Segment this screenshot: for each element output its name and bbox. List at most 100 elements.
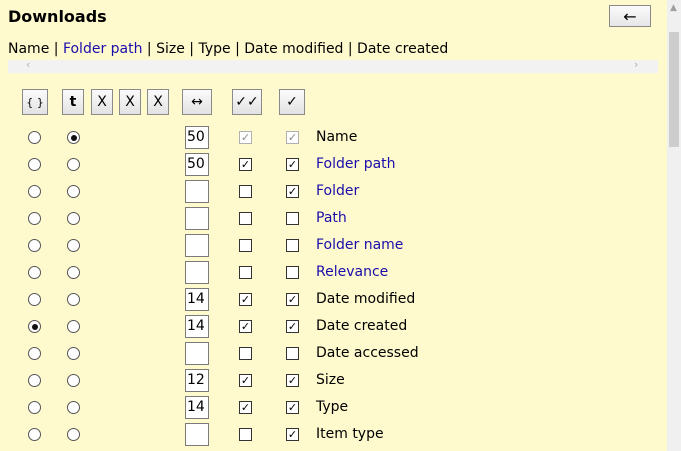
braces-button[interactable]: { } (22, 89, 48, 115)
sort-radio-date-accessed[interactable] (28, 347, 41, 360)
enabled-checkbox-size[interactable]: ✓ (286, 374, 299, 387)
column-label-relevance[interactable]: Relevance (316, 264, 388, 280)
group-radio-size[interactable] (67, 374, 80, 387)
group-radio-name[interactable] (67, 131, 80, 144)
t-button[interactable]: t (62, 89, 84, 115)
column-row-folder-path: 50 ✓ ✓ Folder path (0, 152, 667, 179)
column-label-date-accessed: Date accessed (316, 345, 419, 361)
group-radio-date-modified[interactable] (67, 293, 80, 306)
column-label-folder-name[interactable]: Folder name (316, 237, 403, 253)
sort-radio-folder-path[interactable] (28, 158, 41, 171)
enabled-checkbox-date-created[interactable]: ✓ (286, 320, 299, 333)
scroll-up-icon[interactable]: ▲ (670, 3, 677, 13)
enabled-checkbox-folder[interactable]: ✓ (286, 185, 299, 198)
columns-panel: Downloads ← Name | Folder path | Size | … (0, 0, 667, 451)
width-field-item-type[interactable] (185, 423, 209, 446)
visible-checkbox-date-modified[interactable]: ✓ (239, 293, 252, 306)
width-field-type[interactable]: 14 (185, 396, 209, 419)
visible-checkbox-date-created[interactable]: ✓ (239, 320, 252, 333)
column-row-folder-name: Folder name (0, 233, 667, 260)
column-summary: Name | Folder path | Size | Type | Date … (8, 41, 448, 57)
column-label-folder[interactable]: Folder (316, 183, 359, 199)
visible-checkbox-relevance[interactable] (239, 266, 252, 279)
group-radio-path[interactable] (67, 212, 80, 225)
width-field-name[interactable]: 50 (185, 126, 209, 149)
visible-checkbox-folder[interactable] (239, 185, 252, 198)
column-label-date-created: Date created (316, 318, 408, 334)
enabled-checkbox-relevance[interactable] (286, 266, 299, 279)
width-field-date-created[interactable]: 14 (185, 315, 209, 338)
column-row-relevance: Relevance (0, 260, 667, 287)
visible-checkbox-size[interactable]: ✓ (239, 374, 252, 387)
visible-checkbox-folder-name[interactable] (239, 239, 252, 252)
sort-radio-type[interactable] (28, 401, 41, 414)
sort-radio-size[interactable] (28, 374, 41, 387)
group-radio-date-accessed[interactable] (67, 347, 80, 360)
enabled-checkbox-path[interactable] (286, 212, 299, 225)
width-button[interactable]: ↔ (182, 89, 212, 115)
group-radio-relevance[interactable] (67, 266, 80, 279)
enabled-checkbox-type[interactable]: ✓ (286, 401, 299, 414)
enabled-checkbox-item-type[interactable]: ✓ (286, 428, 299, 441)
column-row-date-modified: 14 ✓ ✓ Date modified (0, 287, 667, 314)
visible-checkbox-path[interactable] (239, 212, 252, 225)
group-radio-date-created[interactable] (67, 320, 80, 333)
width-field-path[interactable] (185, 207, 209, 230)
column-label-folder-path[interactable]: Folder path (316, 156, 396, 172)
summary-separator: | (49, 41, 63, 57)
horizontal-scrollbar[interactable]: ‹ › (8, 58, 658, 73)
width-field-relevance[interactable] (185, 261, 209, 284)
x-button-2[interactable]: X (119, 89, 141, 115)
sort-radio-folder[interactable] (28, 185, 41, 198)
enabled-checkbox-date-modified[interactable]: ✓ (286, 293, 299, 306)
summary-folder-path-link[interactable]: Folder path (63, 41, 143, 57)
group-radio-item-type[interactable] (67, 428, 80, 441)
sort-radio-date-modified[interactable] (28, 293, 41, 306)
sort-radio-name[interactable] (28, 131, 41, 144)
group-radio-type[interactable] (67, 401, 80, 414)
sort-radio-path[interactable] (28, 212, 41, 225)
scroll-right-icon[interactable]: › (634, 58, 638, 71)
arrow-left-icon: ← (623, 6, 637, 26)
column-row-date-accessed: Date accessed (0, 341, 667, 368)
column-label-path[interactable]: Path (316, 210, 347, 226)
enabled-checkbox-date-accessed[interactable] (286, 347, 299, 360)
scroll-left-icon[interactable]: ‹ (26, 58, 30, 71)
column-row-date-created: 14 ✓ ✓ Date created (0, 314, 667, 341)
x-button-3[interactable]: X (147, 89, 169, 115)
column-label-size: Size (316, 372, 345, 388)
sort-radio-relevance[interactable] (28, 266, 41, 279)
visible-checkbox-type[interactable]: ✓ (239, 401, 252, 414)
vertical-scrollbar[interactable]: ▲ (667, 0, 681, 451)
enabled-checkbox-folder-path[interactable]: ✓ (286, 158, 299, 171)
group-radio-folder[interactable] (67, 185, 80, 198)
column-label-date-modified: Date modified (316, 291, 416, 307)
sort-radio-item-type[interactable] (28, 428, 41, 441)
visible-checkbox-item-type[interactable] (239, 428, 252, 441)
enabled-checkbox-folder-name[interactable] (286, 239, 299, 252)
column-label-type: Type (316, 399, 349, 415)
width-field-folder-name[interactable] (185, 234, 209, 257)
x-button-1[interactable]: X (91, 89, 113, 115)
check-all-button[interactable]: ✓✓ (232, 89, 262, 115)
back-button[interactable]: ← (609, 5, 651, 27)
group-radio-folder-name[interactable] (67, 239, 80, 252)
width-field-folder[interactable] (185, 180, 209, 203)
width-field-date-modified[interactable]: 14 (185, 288, 209, 311)
check-button[interactable]: ✓ (279, 89, 305, 115)
width-field-folder-path[interactable]: 50 (185, 153, 209, 176)
enabled-checkbox-name[interactable]: ✓ (286, 131, 299, 144)
visible-checkbox-folder-path[interactable]: ✓ (239, 158, 252, 171)
sort-radio-folder-name[interactable] (28, 239, 41, 252)
summary-rest: | Size | Type | Date modified | Date cre… (142, 41, 449, 57)
group-radio-folder-path[interactable] (67, 158, 80, 171)
column-row-name: 50 ✓ ✓ Name (0, 125, 667, 152)
sort-radio-date-created[interactable] (28, 320, 41, 333)
column-label-name: Name (316, 129, 358, 145)
scrollbar-thumb[interactable] (669, 32, 679, 147)
width-field-size[interactable]: 12 (185, 369, 209, 392)
visible-checkbox-date-accessed[interactable] (239, 347, 252, 360)
visible-checkbox-name[interactable]: ✓ (239, 131, 252, 144)
width-field-date-accessed[interactable] (185, 342, 209, 365)
column-row-size: 12 ✓ ✓ Size (0, 368, 667, 395)
